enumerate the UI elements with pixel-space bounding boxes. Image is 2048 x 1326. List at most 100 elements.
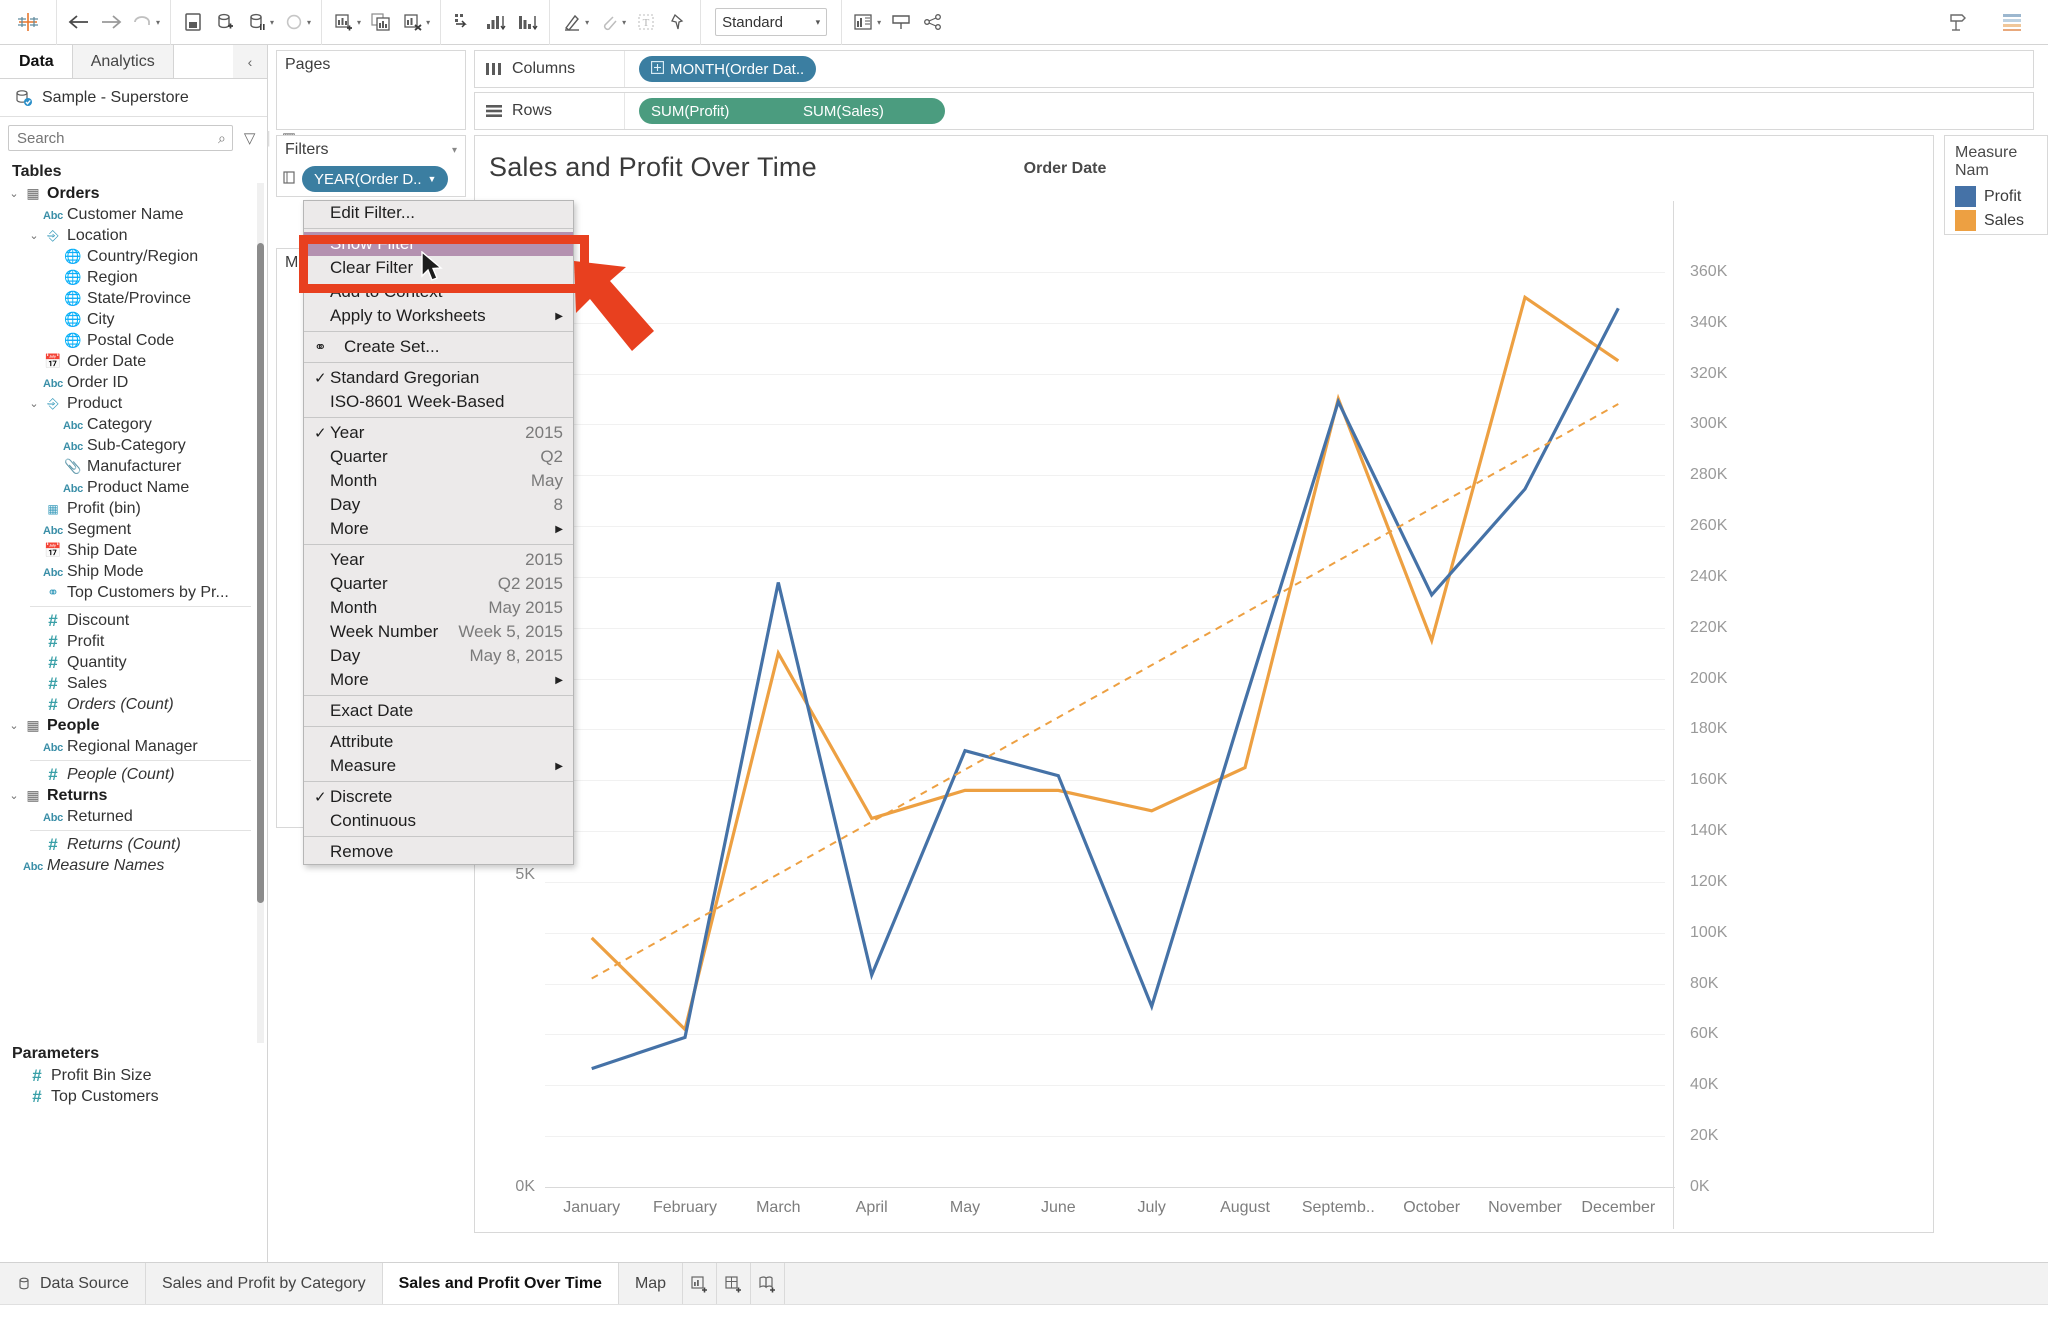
parameter-item-profit-bin-size[interactable]: # Profit Bin Size — [0, 1065, 267, 1086]
filters-card[interactable]: Filters ▾ YEAR(Order D.. ▼ — [276, 135, 466, 197]
worksheet-view[interactable]: Sales and Profit Over Time Order Date 0K… — [474, 135, 1934, 1233]
chart-plot-area[interactable]: 0K5K10K 0K20K40K60K80K100K120K140K160K18… — [475, 201, 1933, 1229]
duplicate-sheet-icon[interactable] — [365, 6, 397, 38]
tree-item-customer-name[interactable]: Abc Customer Name — [0, 204, 267, 225]
rows-pill-sum-sales[interactable]: SUM(Sales) — [789, 98, 945, 124]
tree-item-location[interactable]: ⌄ ⎆ Location — [0, 225, 267, 246]
tab-map[interactable]: Map — [619, 1263, 684, 1304]
tree-item-sales[interactable]: # Sales — [0, 673, 267, 694]
sales-axis[interactable]: 0K 20K 40K 60K 80K 100K 120K 140K 160K 180K 200K 22… — [1680, 201, 1800, 1229]
menu-item-year[interactable]: Year 2015 — [304, 548, 573, 572]
tree-item-postal-code[interactable]: 🌐 Postal Code — [0, 330, 267, 351]
undo-redo-icon[interactable] — [127, 6, 159, 38]
rows-shelf[interactable]: Rows SUM(Profit) SUM(Sales) — [474, 92, 2034, 130]
chevron-down-icon[interactable]: ▾ — [156, 18, 160, 27]
menu-item-day[interactable]: Day May 8, 2015 — [304, 644, 573, 668]
chevron-down-icon[interactable]: ▾ — [426, 18, 430, 27]
chevron-down-icon[interactable]: ▾ — [585, 18, 589, 27]
menu-item-apply-to-worksheets[interactable]: Apply to Worksheets ▶ — [304, 304, 573, 328]
tab-analytics[interactable]: Analytics — [72, 45, 174, 78]
tree-item-regional-manager[interactable]: Abc Regional Manager — [0, 736, 267, 757]
parameters-list[interactable]: # Profit Bin Size # Top Customers — [0, 1065, 267, 1107]
sort-descending-icon[interactable] — [511, 6, 543, 38]
x-axis-label[interactable]: June — [1012, 1199, 1105, 1217]
chevron-down-icon[interactable]: ⌄ — [26, 229, 42, 242]
menu-item-month[interactable]: Month May — [304, 469, 573, 493]
tree-item-discount[interactable]: # Discount — [0, 610, 267, 631]
signpost-icon[interactable] — [1942, 6, 1974, 38]
menu-item-week-number[interactable]: Week Number Week 5, 2015 — [304, 620, 573, 644]
new-worksheet-button[interactable] — [683, 1263, 718, 1304]
fields-tree[interactable]: ⌄ ▦ Orders Abc Customer Name ⌄ ⎆ Location 🌐 Count… — [0, 183, 267, 1043]
fit-dropdown[interactable]: Standard ▾ — [715, 8, 828, 36]
menu-item-clear-filter[interactable]: Clear Filter — [304, 256, 573, 280]
tree-item-measure-names[interactable]: Abc Measure Names — [0, 855, 267, 876]
tab-data[interactable]: Data — [0, 45, 73, 78]
tab-sales-profit-by-category[interactable]: Sales and Profit by Category — [146, 1263, 383, 1304]
highlighter-icon[interactable] — [556, 6, 588, 38]
filter-context-menu[interactable]: Edit Filter... Show Filter Clear Filter Add… — [303, 200, 574, 865]
rows-shelf-content[interactable]: SUM(Profit) SUM(Sales) — [625, 98, 945, 124]
tree-item-orders[interactable]: ⌄ ▦ Orders — [0, 183, 267, 204]
filter-icon[interactable]: ▽ — [241, 129, 259, 147]
menu-item-attribute[interactable]: Attribute — [304, 730, 573, 754]
x-axis-label[interactable]: January — [545, 1199, 638, 1217]
tree-item-people-count[interactable]: # People (Count) — [0, 764, 267, 785]
tree-item-profit[interactable]: # Profit — [0, 631, 267, 652]
forward-arrow-icon[interactable] — [95, 6, 127, 38]
share-icon[interactable] — [917, 6, 949, 38]
menu-item-standard-gregorian[interactable]: ✓ Standard Gregorian — [304, 366, 573, 390]
filter-pill-year-order-date[interactable]: YEAR(Order D.. ▼ — [302, 166, 449, 192]
refresh-icon[interactable] — [278, 6, 310, 38]
menu-item-add-to-context[interactable]: Add to Context — [304, 280, 573, 304]
x-axis-label[interactable]: December — [1572, 1199, 1665, 1217]
tree-item-product[interactable]: ⌄ ⎆ Product — [0, 393, 267, 414]
tree-item-order-id[interactable]: Abc Order ID — [0, 372, 267, 393]
x-axis-label[interactable]: October — [1385, 1199, 1478, 1217]
menu-item-edit-filter[interactable]: Edit Filter... — [304, 201, 573, 225]
chevron-down-icon[interactable]: ⌄ — [26, 397, 42, 410]
new-story-button[interactable] — [751, 1263, 786, 1304]
text-box-icon[interactable]: T — [630, 6, 662, 38]
chevron-down-icon[interactable]: ▾ — [270, 18, 274, 27]
columns-shelf-content[interactable]: MONTH(Order Dat.. — [625, 56, 817, 82]
tree-item-country-region[interactable]: 🌐 Country/Region — [0, 246, 267, 267]
tree-item-product-name[interactable]: Abc Product Name — [0, 477, 267, 498]
menu-item-remove[interactable]: Remove — [304, 840, 573, 864]
tree-item-ship-mode[interactable]: Abc Ship Mode — [0, 561, 267, 582]
rows-pill-sum-profit[interactable]: SUM(Profit) — [639, 98, 789, 124]
x-axis-months[interactable]: January February March April May June July Augu… — [545, 1187, 1675, 1227]
menu-item-day[interactable]: Day 8 — [304, 493, 573, 517]
tree-item-returns-count[interactable]: # Returns (Count) — [0, 834, 267, 855]
menu-item-more[interactable]: More ▶ — [304, 517, 573, 541]
pages-card[interactable]: Pages — [276, 50, 466, 130]
tree-item-people[interactable]: ⌄ ▦ People — [0, 715, 267, 736]
clear-sheet-icon[interactable] — [397, 6, 429, 38]
paperclip-icon[interactable] — [593, 6, 625, 38]
menu-item-create-set[interactable]: ⚭ Create Set... — [304, 335, 573, 359]
plus-box-icon[interactable] — [651, 60, 664, 78]
chevron-down-icon[interactable]: ⌄ — [6, 719, 22, 732]
parameter-item-top-customers[interactable]: # Top Customers — [0, 1086, 267, 1107]
measure-names-legend[interactable]: Measure Nam Profit Sales — [1944, 135, 2048, 235]
pin-icon[interactable] — [662, 6, 694, 38]
swap-rows-columns-icon[interactable] — [447, 6, 479, 38]
tree-item-category[interactable]: Abc Category — [0, 414, 267, 435]
search-input-wrapper[interactable]: ⌕ — [8, 125, 233, 151]
worksheet-tab-bar[interactable]: Data Source Sales and Profit by Category… — [0, 1262, 2048, 1304]
new-dashboard-button[interactable] — [717, 1263, 752, 1304]
menu-item-quarter[interactable]: Quarter Q2 2015 — [304, 572, 573, 596]
tree-item-top-customers-by-pr[interactable]: ⚭ Top Customers by Pr... — [0, 582, 267, 603]
menu-item-continuous[interactable]: Continuous — [304, 809, 573, 833]
chevron-down-icon[interactable]: ▾ — [877, 18, 881, 27]
tree-item-quantity[interactable]: # Quantity — [0, 652, 267, 673]
menu-item-show-filter[interactable]: Show Filter — [304, 232, 573, 256]
tree-item-ship-date[interactable]: 📅 Ship Date — [0, 540, 267, 561]
chevron-down-icon[interactable]: ⌄ — [6, 187, 22, 200]
menu-item-iso-8601-week-based[interactable]: ISO-8601 Week-Based — [304, 390, 573, 414]
tableau-logo-icon[interactable] — [6, 6, 50, 38]
show-me-icon[interactable] — [848, 6, 880, 38]
search-icon[interactable]: ⌕ — [218, 130, 226, 147]
menu-item-exact-date[interactable]: Exact Date — [304, 699, 573, 723]
tab-sales-profit-over-time[interactable]: Sales and Profit Over Time — [382, 1263, 619, 1304]
